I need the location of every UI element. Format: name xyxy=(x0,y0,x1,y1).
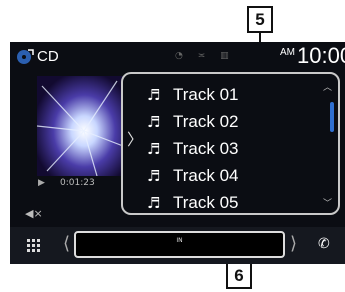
phone-icon[interactable]: ✆ xyxy=(318,236,330,252)
elapsed-time: 0:01:23 xyxy=(60,178,95,188)
scroll-down-icon[interactable]: ﹀ xyxy=(323,196,332,209)
head-unit-screen: CD ◔ ≍ ▥ AM10:00 ▶ 0:01:23 ◀× 〉 ︿ ﹀ ♬ Tra… xyxy=(10,42,345,264)
track-list-panel: 〉 ︿ ﹀ ♬ Track 01 ♬ Track 02 ♬ Track 03 ♬ Tra… xyxy=(121,72,340,215)
list-scrollbar[interactable] xyxy=(330,102,334,132)
track-label: Track 04 xyxy=(173,166,239,185)
list-item[interactable]: ♬ Track 04 xyxy=(147,163,239,189)
track-label: Track 01 xyxy=(173,85,239,104)
status-icons: ◔ ≍ ▥ xyxy=(175,51,235,61)
music-note-icon: ♬ xyxy=(147,194,161,212)
music-note-icon: ♬ xyxy=(147,167,161,185)
clock-time: 10:00 xyxy=(297,43,345,68)
callout-6-label: 6 xyxy=(234,265,244,285)
cd-source-icon[interactable] xyxy=(16,49,34,69)
album-art xyxy=(37,76,123,176)
clock-ampm: AM xyxy=(280,47,295,58)
list-item[interactable]: ♬ Track 03 xyxy=(147,136,239,162)
info-display[interactable]: IN xyxy=(74,231,285,258)
clock: AM10:00 xyxy=(280,43,345,69)
music-note-icon: ♬ xyxy=(147,140,161,158)
info-text: IN xyxy=(176,237,183,244)
callout-5: 5 xyxy=(247,6,273,33)
callout-6: 6 xyxy=(226,262,252,289)
music-note-icon: ♬ xyxy=(147,86,161,104)
music-note-icon: ♬ xyxy=(147,113,161,131)
list-item[interactable]: ♬ Track 02 xyxy=(147,109,239,135)
source-label: CD xyxy=(37,48,59,65)
play-icon[interactable]: ▶ xyxy=(38,178,45,188)
scroll-up-icon[interactable]: ︿ xyxy=(323,80,332,93)
callout-5-label: 5 xyxy=(255,9,265,29)
chevron-right-icon[interactable]: ⟩ xyxy=(290,233,297,254)
list-item[interactable]: ♬ Track 05 xyxy=(147,190,239,213)
chevron-left-icon[interactable]: ⟨ xyxy=(63,233,70,254)
bottom-bar: ⟨ IN ⟩ ✆ xyxy=(10,227,345,264)
track-label: Track 03 xyxy=(173,139,239,158)
list-item[interactable]: ♬ Track 01 xyxy=(147,82,239,108)
chevron-right-icon[interactable]: 〉 xyxy=(127,126,143,150)
track-label: Track 02 xyxy=(173,112,239,131)
grid-menu-icon[interactable] xyxy=(27,239,40,252)
track-label: Track 05 xyxy=(173,193,239,212)
mute-icon[interactable]: ◀× xyxy=(25,207,43,220)
